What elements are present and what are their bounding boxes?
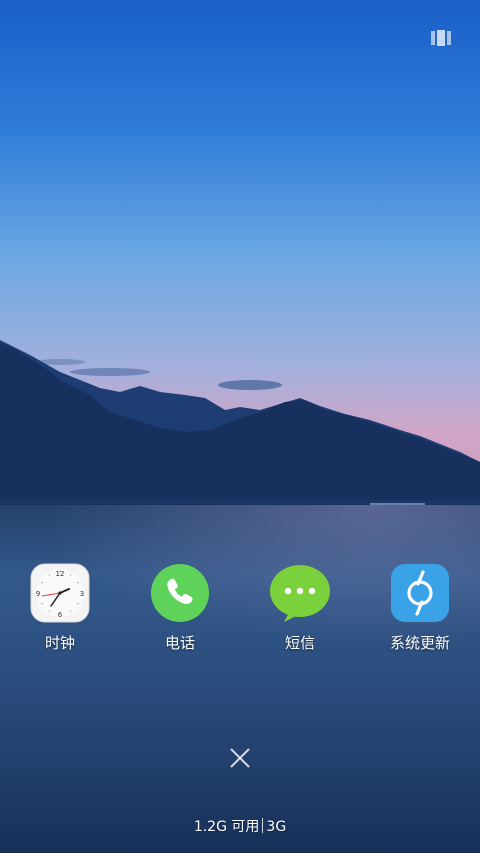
- clock-icon: 12 3 6 9: [30, 563, 90, 623]
- app-messages[interactable]: 短信: [245, 563, 355, 652]
- phone-icon: [150, 563, 210, 623]
- recent-apps-icon[interactable]: [431, 30, 451, 46]
- memory-status: 1.2G 可用 3G: [0, 816, 480, 836]
- app-phone[interactable]: 电话: [125, 563, 235, 652]
- clock-numeral-3: 3: [80, 590, 84, 598]
- clock-numeral-6: 6: [58, 611, 63, 619]
- message-icon: [270, 563, 330, 623]
- network-type: 3G: [266, 819, 287, 835]
- clear-all-button[interactable]: [226, 744, 254, 772]
- wallpaper: [0, 0, 480, 853]
- close-icon: [230, 748, 250, 768]
- system-update-icon: [390, 563, 450, 623]
- app-label: 系统更新: [389, 634, 450, 652]
- app-label: 短信: [284, 634, 315, 652]
- recent-apps-row: 12 3 6 9 时钟 电话 短信 系统更新: [0, 563, 480, 663]
- app-clock[interactable]: 12 3 6 9 时钟: [5, 563, 115, 652]
- app-label: 时钟: [44, 634, 75, 652]
- memory-available: 1.2G 可用: [193, 819, 260, 835]
- app-label: 电话: [164, 634, 195, 652]
- app-system-update[interactable]: 系统更新: [365, 563, 475, 652]
- divider: [262, 818, 264, 833]
- clock-numeral-9: 9: [36, 590, 40, 598]
